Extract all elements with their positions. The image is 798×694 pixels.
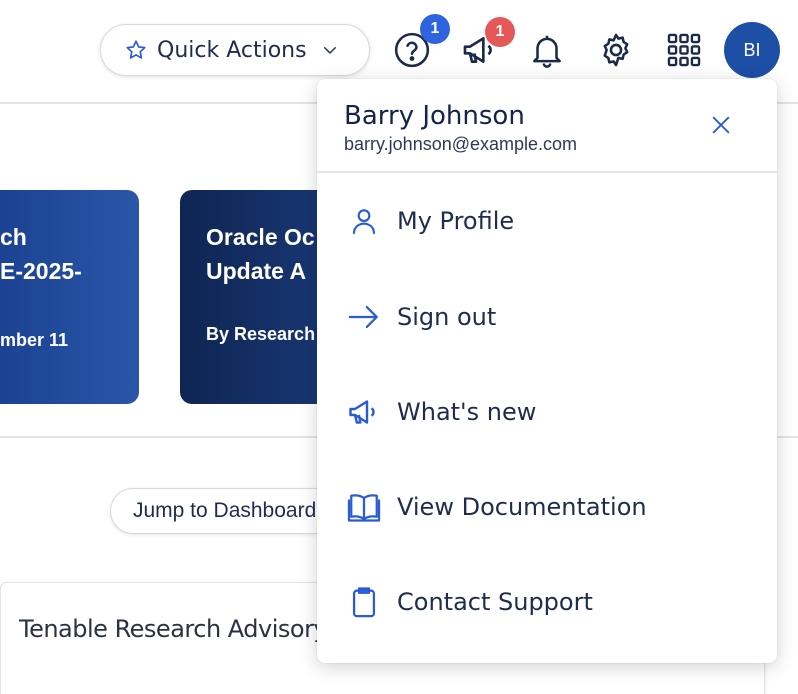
megaphone-icon [346, 394, 382, 430]
user-menu-header: Barry Johnson barry.johnson@example.com [317, 79, 777, 173]
notifications-button[interactable] [527, 30, 567, 70]
settings-button[interactable] [596, 30, 636, 70]
chevron-down-icon [323, 47, 336, 54]
avatar[interactable]: BI [724, 22, 780, 78]
close-button[interactable] [707, 111, 735, 139]
menu-item-contact-support[interactable]: Contact Support [317, 570, 777, 634]
menu-item-whats-new[interactable]: What's new [317, 380, 777, 444]
card-title-line: ch [0, 224, 27, 250]
announcements-badge: 1 [485, 17, 515, 47]
apps-button[interactable] [664, 30, 704, 70]
help-badge: 1 [420, 14, 450, 44]
menu-item-view-documentation[interactable]: View Documentation [317, 475, 777, 539]
menu-item-label: View Documentation [397, 493, 647, 521]
close-icon [712, 116, 730, 134]
card-meta: By Research [206, 324, 316, 344]
quick-actions-label: Quick Actions [157, 37, 307, 63]
card-title-line: Oracle Oc [206, 224, 315, 250]
menu-item-label: What's new [397, 398, 537, 426]
book-icon [346, 489, 382, 525]
user-email: barry.johnson@example.com [344, 134, 578, 154]
menu-item-label: My Profile [397, 207, 515, 235]
star-icon [126, 40, 146, 59]
app-grid-icon [667, 33, 701, 67]
card-title-line: Update A [206, 258, 307, 284]
user-icon [346, 203, 382, 239]
menu-item-sign-out[interactable]: Sign out [317, 285, 777, 349]
clipboard-icon [346, 584, 382, 620]
arrow-right-icon [346, 299, 382, 335]
bell-icon [533, 35, 561, 68]
card-title-line: E-2025- [0, 258, 82, 284]
quick-actions-button[interactable]: Quick Actions [100, 24, 370, 76]
user-name: Barry Johnson [344, 101, 525, 131]
panel-title: Tenable Research Advisory [19, 615, 328, 643]
menu-item-my-profile[interactable]: My Profile [317, 189, 777, 253]
user-menu: Barry Johnson barry.johnson@example.com … [317, 79, 777, 663]
gear-icon [603, 33, 629, 67]
menu-item-label: Contact Support [397, 588, 593, 616]
advisory-card[interactable]: ch E-2025- mber 11 [0, 190, 139, 404]
card-meta: mber 11 [0, 330, 69, 350]
menu-item-label: Sign out [397, 303, 497, 331]
